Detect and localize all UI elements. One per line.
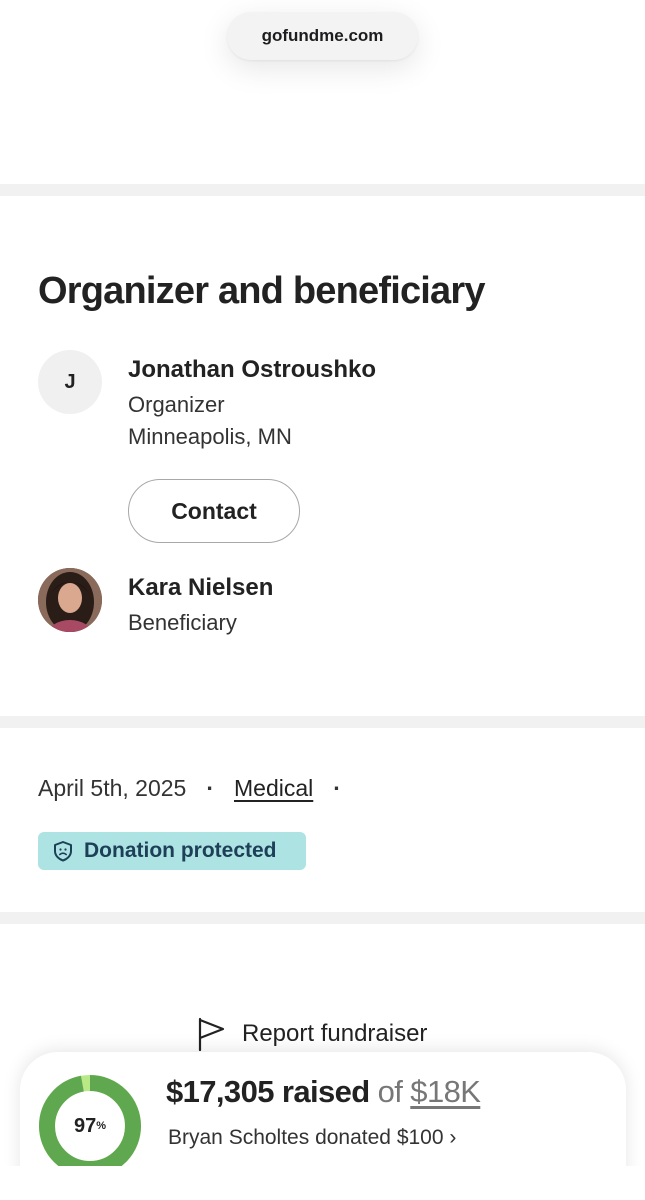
badge-label: Donation protected bbox=[84, 839, 277, 862]
chevron-right-icon: › bbox=[449, 1126, 457, 1149]
beneficiary-role: Beneficiary bbox=[128, 610, 237, 635]
address-bar[interactable]: gofundme.com bbox=[227, 12, 418, 60]
meta-separator: · bbox=[333, 774, 341, 801]
beneficiary-avatar bbox=[38, 568, 102, 632]
amount-raised: $17,305 raised of $18K bbox=[166, 1074, 481, 1110]
flag-icon bbox=[198, 1017, 225, 1051]
shield-icon bbox=[54, 841, 72, 862]
contact-button[interactable]: Contact bbox=[128, 479, 300, 543]
section-divider bbox=[0, 912, 645, 924]
raised-of: of bbox=[377, 1074, 403, 1109]
category-link[interactable]: Medical bbox=[234, 775, 313, 802]
beneficiary-name: Kara Nielsen bbox=[128, 574, 274, 601]
progress-percent-number: 97 bbox=[73, 1114, 97, 1137]
donation-protected-badge[interactable]: Donation protected bbox=[38, 832, 306, 870]
organizer-avatar: J bbox=[38, 350, 102, 414]
report-fundraiser-link[interactable]: Report fundraiser bbox=[196, 1016, 427, 1052]
created-date: April 5th, 2025 bbox=[38, 774, 187, 801]
organizer-location: Minneapolis, MN bbox=[128, 424, 292, 449]
section-title: Organizer and beneficiary bbox=[38, 270, 486, 312]
meta-separator: · bbox=[206, 774, 214, 801]
recent-donation[interactable]: Bryan Scholtes donated $100 › bbox=[168, 1126, 456, 1150]
progress-percent: 97% bbox=[38, 1074, 142, 1178]
report-label: Report fundraiser bbox=[242, 1020, 428, 1047]
bottom-edge bbox=[0, 1166, 645, 1200]
progress-percent-sign: % bbox=[96, 1120, 107, 1132]
section-divider bbox=[0, 716, 645, 728]
organizer-name: Jonathan Ostroushko bbox=[128, 356, 377, 383]
beneficiary-photo bbox=[38, 568, 102, 632]
organizer-role: Organizer bbox=[128, 392, 225, 417]
section-divider bbox=[0, 184, 645, 196]
recent-donation-text: Bryan Scholtes donated $100 bbox=[168, 1126, 444, 1149]
raised-amount: $17,305 raised bbox=[166, 1074, 370, 1109]
organizer-initial: J bbox=[64, 370, 76, 393]
goal-amount[interactable]: $18K bbox=[410, 1074, 481, 1109]
fundraiser-meta: April 5th, 2025 · Medical · bbox=[38, 772, 361, 804]
